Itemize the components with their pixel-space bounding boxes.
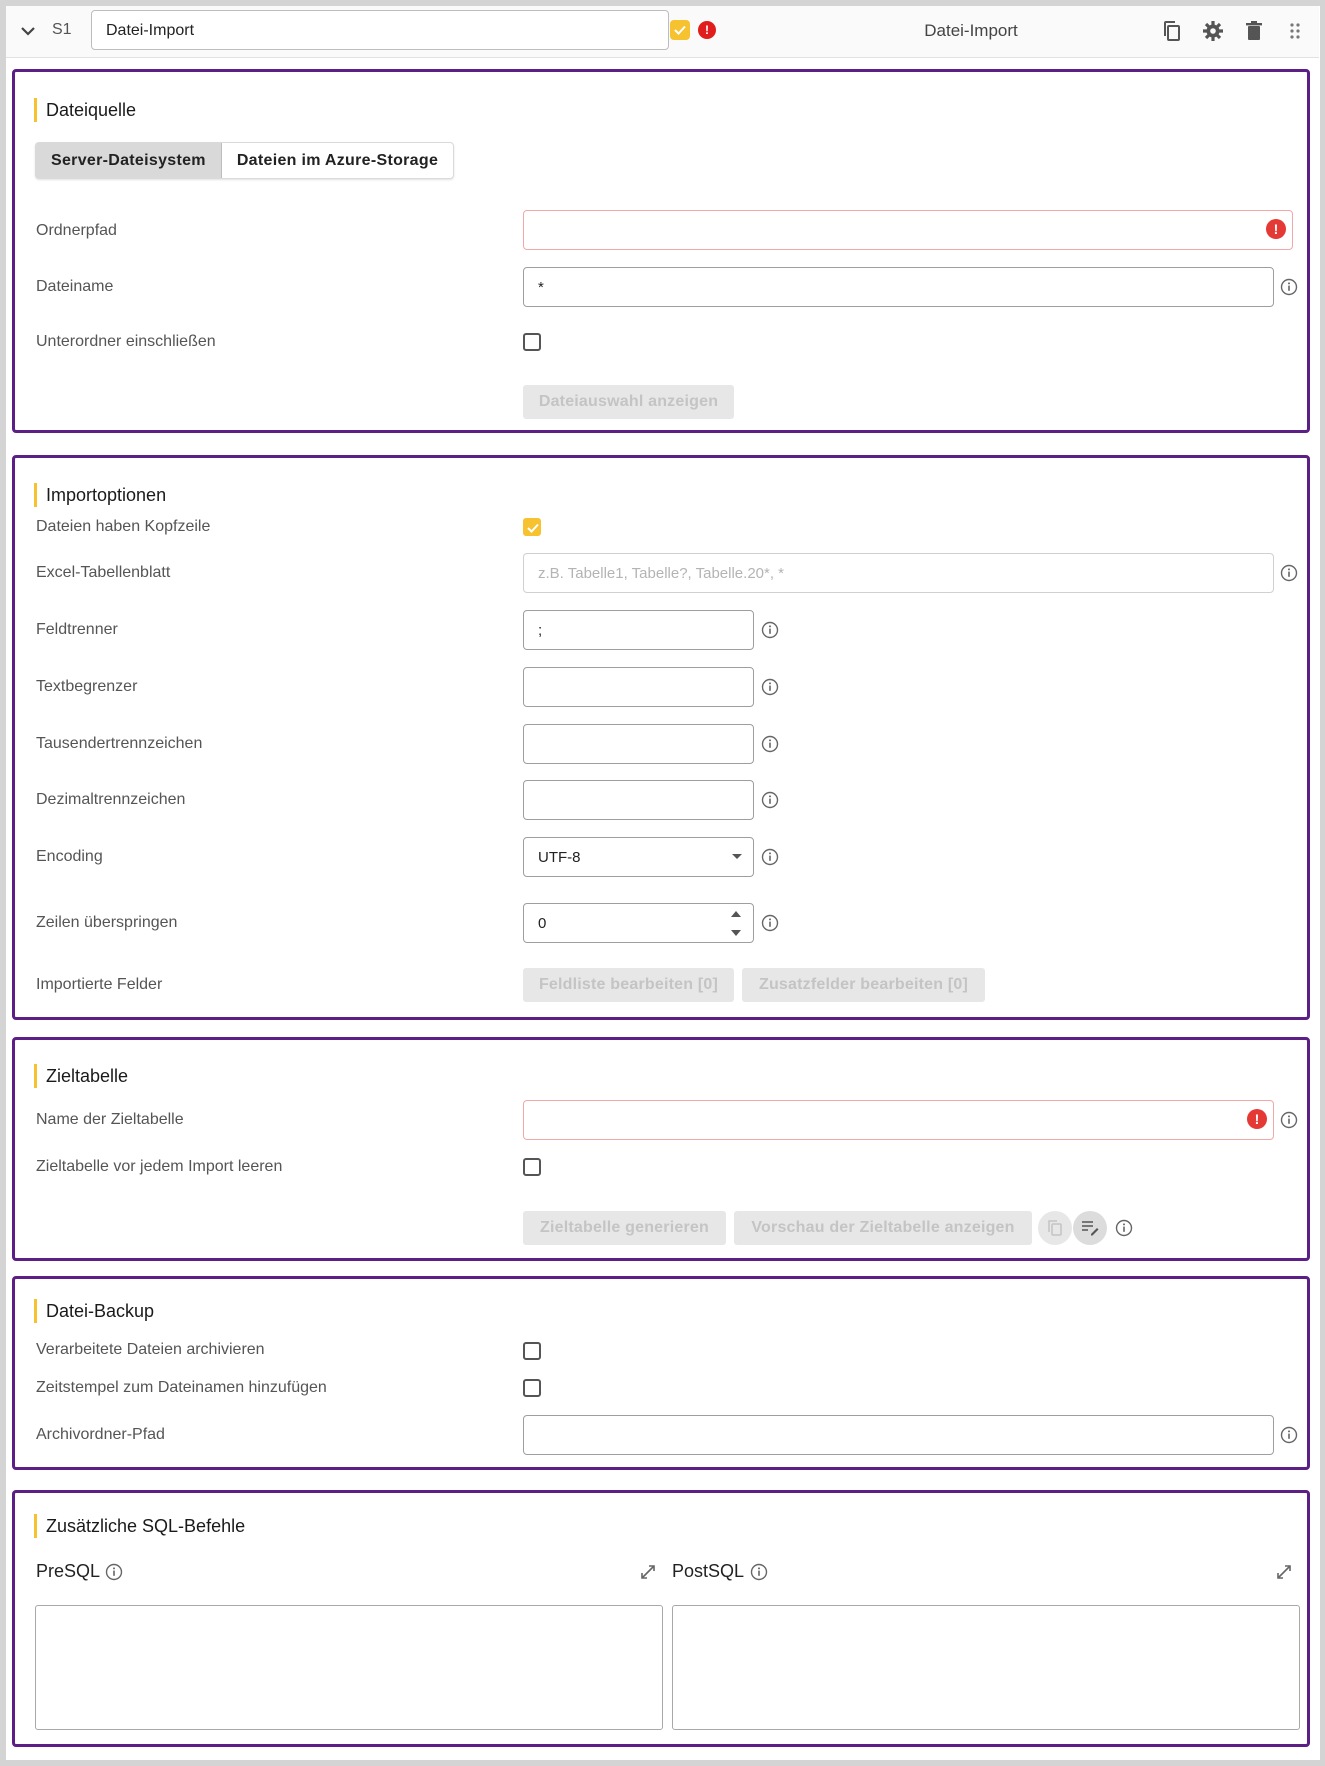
stepper-up-icon[interactable] bbox=[731, 911, 741, 917]
step-header: S1 Datei-Import ! Datei-Import bbox=[6, 6, 1319, 58]
drag-handle-icon[interactable] bbox=[1283, 19, 1307, 43]
expand-icon[interactable] bbox=[638, 1562, 658, 1582]
section-datei-backup: Datei-Backup Verarbeitete Dateien archiv… bbox=[12, 1276, 1310, 1470]
section-title: Zusätzliche SQL-Befehle bbox=[34, 1514, 245, 1538]
zeilen-stepper[interactable]: 0 bbox=[523, 903, 754, 943]
expand-icon[interactable] bbox=[1274, 1562, 1294, 1582]
ordnerpfad-label: Ordnerpfad bbox=[36, 222, 117, 239]
excel-label: Excel-Tabellenblatt bbox=[36, 564, 171, 581]
archivpfad-input[interactable] bbox=[523, 1415, 1274, 1455]
info-icon[interactable] bbox=[761, 735, 779, 753]
tausender-input[interactable] bbox=[523, 724, 754, 764]
info-icon[interactable] bbox=[105, 1563, 123, 1581]
encoding-label: Encoding bbox=[36, 848, 103, 865]
info-icon[interactable] bbox=[1280, 564, 1298, 582]
info-icon[interactable] bbox=[1115, 1219, 1133, 1237]
section-title: Importoptionen bbox=[34, 483, 166, 507]
zusatzfelder-button[interactable]: Zusatzfelder bearbeiten [0] bbox=[742, 968, 985, 1002]
section-importoptionen: Importoptionen Dateien haben Kopfzeile E… bbox=[12, 455, 1310, 1020]
section-dateiquelle: Dateiquelle Server-Dateisystem Dateien i… bbox=[12, 69, 1310, 433]
felder-label: Importierte Felder bbox=[36, 976, 163, 993]
dezimal-input[interactable] bbox=[523, 780, 754, 820]
edit-list-icon bbox=[1082, 1221, 1099, 1236]
textbegrenzer-label: Textbegrenzer bbox=[36, 678, 138, 695]
info-icon[interactable] bbox=[1280, 278, 1298, 296]
info-icon[interactable] bbox=[761, 848, 779, 866]
zieltabelle-generieren-button[interactable]: Zieltabelle generieren bbox=[523, 1211, 726, 1245]
section-title: Datei-Backup bbox=[34, 1299, 154, 1323]
error-icon: ! bbox=[1247, 1109, 1267, 1129]
caret-down-icon bbox=[732, 854, 742, 859]
error-icon: ! bbox=[1266, 219, 1286, 239]
info-icon[interactable] bbox=[761, 791, 779, 809]
trash-icon[interactable] bbox=[1242, 19, 1266, 43]
info-icon[interactable] bbox=[750, 1563, 768, 1581]
dateiname-input[interactable]: * bbox=[523, 267, 1274, 307]
excel-input[interactable]: z.B. Tabelle1, Tabelle?, Tabelle.20*, * bbox=[523, 553, 1274, 593]
info-icon[interactable] bbox=[1280, 1426, 1298, 1444]
zielname-error: ! bbox=[523, 1100, 1274, 1140]
stepper-down-icon[interactable] bbox=[731, 930, 741, 936]
feldtrenner-label: Feldtrenner bbox=[36, 621, 118, 638]
copy-sql-button[interactable] bbox=[1038, 1211, 1072, 1245]
section-sql-befehle: Zusätzliche SQL-Befehle PreSQL PostSQL bbox=[12, 1490, 1310, 1747]
zieltabelle-vorschau-button[interactable]: Vorschau der Zieltabelle anzeigen bbox=[734, 1211, 1032, 1245]
archivpfad-label: Archivordner-Pfad bbox=[36, 1426, 165, 1443]
presql-editor[interactable] bbox=[35, 1605, 663, 1730]
info-icon[interactable] bbox=[761, 678, 779, 696]
section-title: Zieltabelle bbox=[34, 1064, 128, 1088]
feldtrenner-input[interactable]: ; bbox=[523, 610, 754, 650]
zielname-label: Name der Zieltabelle bbox=[36, 1111, 184, 1128]
step-number: S1 bbox=[52, 21, 72, 38]
edit-sql-button[interactable] bbox=[1073, 1211, 1107, 1245]
leeren-checkbox[interactable] bbox=[523, 1158, 541, 1176]
dateiauswahl-button[interactable]: Dateiauswahl anzeigen bbox=[523, 385, 734, 419]
copy-icon bbox=[1048, 1220, 1062, 1236]
postsql-editor[interactable] bbox=[672, 1605, 1300, 1730]
unterordner-checkbox[interactable] bbox=[523, 333, 541, 351]
info-icon[interactable] bbox=[1280, 1111, 1298, 1129]
info-icon[interactable] bbox=[761, 621, 779, 639]
chevron-down-icon[interactable] bbox=[18, 21, 38, 41]
step-name-input[interactable]: Datei-Import bbox=[91, 10, 669, 50]
kopfzeile-checkbox[interactable] bbox=[523, 518, 541, 536]
section-title: Dateiquelle bbox=[34, 98, 136, 122]
zeilen-value: 0 bbox=[538, 914, 547, 932]
zeitstempel-checkbox[interactable] bbox=[523, 1379, 541, 1397]
zeitstempel-label: Zeitstempel zum Dateinamen hinzufügen bbox=[36, 1379, 327, 1396]
postsql-label: PostSQL bbox=[672, 1561, 745, 1581]
presql-label: PreSQL bbox=[36, 1561, 101, 1581]
source-toggle: Server-Dateisystem Dateien im Azure-Stor… bbox=[35, 142, 455, 179]
gear-icon[interactable] bbox=[1201, 19, 1225, 43]
tab-azure-storage[interactable]: Dateien im Azure-Storage bbox=[222, 143, 453, 178]
copy-icon[interactable] bbox=[1160, 19, 1184, 43]
archivieren-checkbox[interactable] bbox=[523, 1342, 541, 1360]
encoding-value: UTF-8 bbox=[538, 848, 581, 866]
ordnerpfad-error: ! bbox=[523, 210, 1293, 250]
info-icon[interactable] bbox=[761, 914, 779, 932]
textbegrenzer-input[interactable] bbox=[523, 667, 754, 707]
feldliste-button[interactable]: Feldliste bearbeiten [0] bbox=[523, 968, 734, 1002]
encoding-select[interactable]: UTF-8 bbox=[523, 837, 754, 877]
tab-server-dateisystem[interactable]: Server-Dateisystem bbox=[36, 143, 222, 178]
section-zieltabelle: Zieltabelle Name der Zieltabelle ! Zielt… bbox=[12, 1037, 1310, 1261]
archivieren-label: Verarbeitete Dateien archivieren bbox=[36, 1341, 265, 1358]
zeilen-label: Zeilen überspringen bbox=[36, 914, 178, 931]
dezimal-label: Dezimaltrennzeichen bbox=[36, 791, 186, 808]
leeren-label: Zieltabelle vor jedem Import leeren bbox=[36, 1158, 283, 1175]
tausender-label: Tausendertrennzeichen bbox=[36, 735, 203, 752]
unterordner-label: Unterordner einschließen bbox=[36, 333, 216, 350]
dateiname-label: Dateiname bbox=[36, 278, 114, 295]
kopfzeile-label: Dateien haben Kopfzeile bbox=[36, 518, 211, 535]
